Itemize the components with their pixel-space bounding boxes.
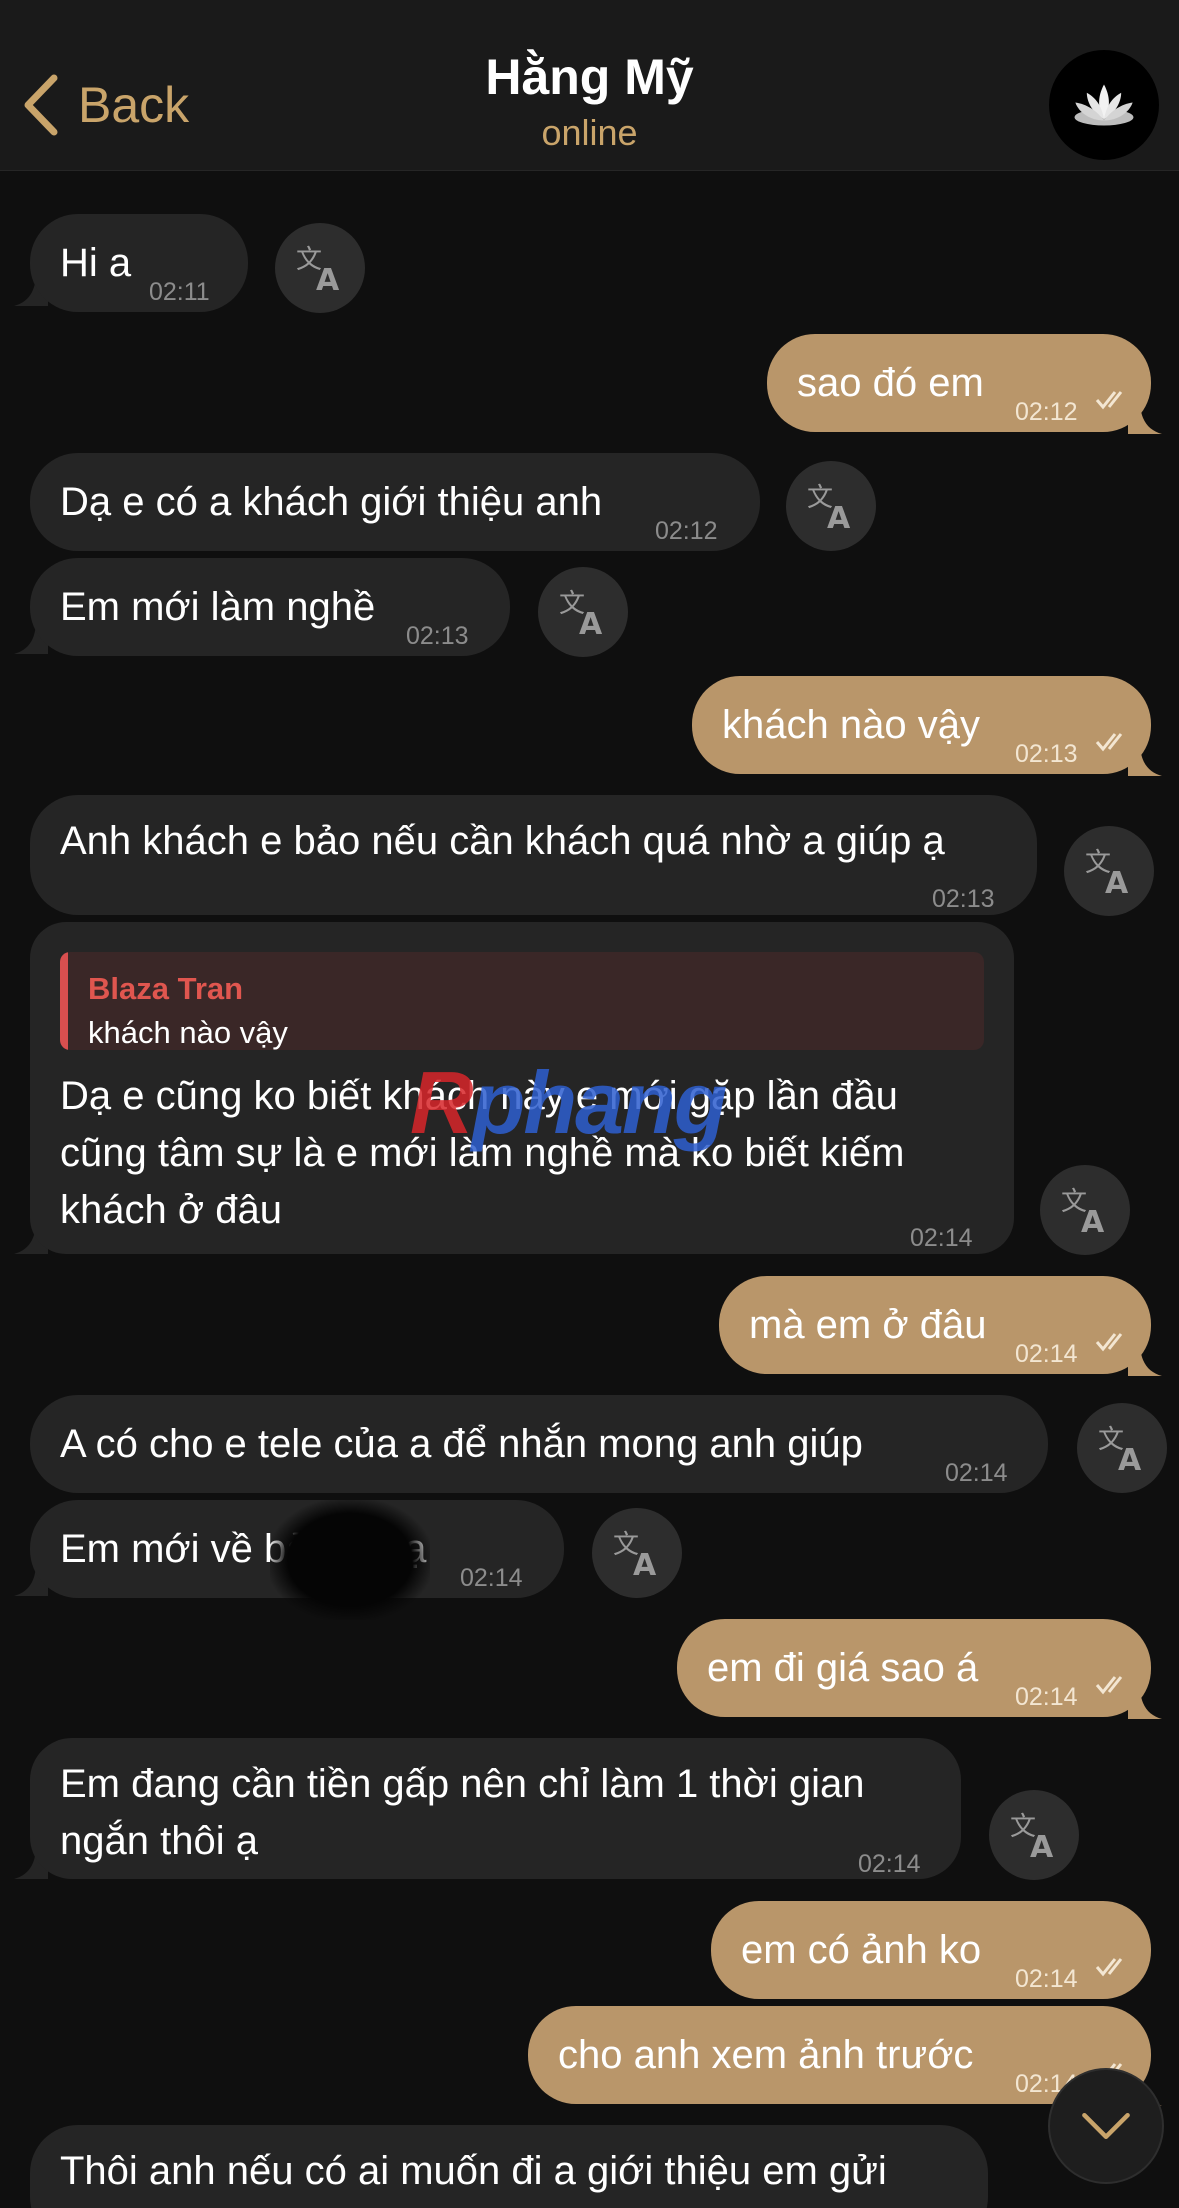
- svg-text:A: A: [827, 501, 851, 532]
- message-text: khách nào vậy: [722, 703, 980, 747]
- watermark-logo: Rphang: [410, 1053, 728, 1152]
- translate-button[interactable]: 文A: [275, 223, 365, 313]
- svg-text:A: A: [316, 263, 340, 294]
- message-time: 02:14: [1015, 1683, 1078, 1711]
- svg-text:A: A: [579, 607, 603, 638]
- message-time: 02:14: [460, 1564, 523, 1592]
- message-time: 02:12: [655, 517, 718, 545]
- quote-bar: [60, 952, 68, 1050]
- chat-header: Back Hằng Mỹ online: [0, 0, 1179, 171]
- message-text: Anh khách e bảo nếu cần khách quá nhờ a …: [60, 819, 945, 863]
- translate-icon: 文A: [1010, 1812, 1054, 1861]
- message-text: mà em ở đâu: [749, 1303, 987, 1347]
- message-text-line: khách ở đâu: [60, 1188, 282, 1232]
- translate-icon: 文A: [1061, 1187, 1105, 1236]
- message-time: 02:13: [406, 622, 469, 650]
- message-time: 02:13: [932, 885, 995, 913]
- chevron-down-icon: [1082, 2112, 1130, 2140]
- message-text: em có ảnh ko: [741, 1928, 982, 1972]
- message-text-line: ngắn thôi ạ: [60, 1819, 258, 1863]
- message-text: Hi a: [60, 241, 132, 285]
- translate-icon: 文A: [1085, 848, 1129, 897]
- translate-button[interactable]: 文A: [1077, 1403, 1167, 1493]
- translate-button[interactable]: 文A: [1064, 826, 1154, 916]
- svg-text:A: A: [1030, 1830, 1054, 1861]
- message-text: Em mới làm nghề: [60, 585, 376, 629]
- message-text: A có cho e tele của a để nhắn mong anh g…: [60, 1422, 863, 1466]
- chat-title[interactable]: Hằng Mỹ online: [0, 48, 1179, 154]
- message-time: 02:13: [1015, 740, 1078, 768]
- chat-screen: Back Hằng Mỹ online Hi a 02:11 文A sao đó…: [0, 0, 1179, 2208]
- message-time: 02:14: [1015, 1340, 1078, 1368]
- translate-button[interactable]: 文A: [592, 1508, 682, 1598]
- avatar[interactable]: [1049, 50, 1159, 160]
- contact-name: Hằng Mỹ: [485, 49, 694, 105]
- contact-status: online: [541, 112, 638, 153]
- translate-button[interactable]: 文A: [989, 1790, 1079, 1880]
- message-time: 02:14: [858, 1850, 921, 1878]
- translate-icon: 文A: [296, 245, 340, 294]
- lotus-avatar-icon: [1074, 84, 1134, 126]
- double-check-icon: [1095, 733, 1123, 752]
- message-text: Thôi anh nếu có ai muốn đi a giới thiệu …: [60, 2149, 887, 2193]
- redaction-blur: [270, 1500, 430, 1620]
- svg-text:A: A: [1081, 1205, 1105, 1236]
- double-check-icon: [1095, 1333, 1123, 1352]
- message-text: em đi giá sao á: [707, 1646, 979, 1690]
- translate-icon: 文A: [613, 1530, 657, 1579]
- message-text-line: Em đang cần tiền gấp nên chỉ làm 1 thời …: [60, 1762, 865, 1806]
- message-time: 02:14: [910, 1224, 973, 1252]
- reply-quote[interactable]: Blaza Tran khách nào vậy: [60, 952, 984, 1050]
- double-check-icon: [1095, 391, 1123, 410]
- message-text: cho anh xem ảnh trước: [558, 2033, 974, 2077]
- svg-text:A: A: [633, 1548, 657, 1579]
- svg-text:A: A: [1105, 866, 1129, 897]
- translate-icon: 文A: [807, 483, 851, 532]
- translate-button[interactable]: 文A: [786, 461, 876, 551]
- message-text: sao đó em: [797, 361, 984, 405]
- svg-text:A: A: [1118, 1443, 1142, 1474]
- message-text: Dạ e có a khách giới thiệu anh: [60, 480, 603, 524]
- translate-icon: 文A: [559, 589, 603, 638]
- double-check-icon: [1095, 1676, 1123, 1695]
- translate-icon: 文A: [1098, 1425, 1142, 1474]
- message-time: 02:11: [149, 278, 210, 306]
- message-time: 02:14: [945, 1459, 1008, 1487]
- translate-button[interactable]: 文A: [538, 567, 628, 657]
- translate-button[interactable]: 文A: [1040, 1165, 1130, 1255]
- double-check-icon: [1095, 1958, 1123, 1977]
- scroll-to-bottom-button[interactable]: [1048, 2068, 1164, 2184]
- message-time: 02:12: [1015, 398, 1078, 426]
- message-time: 02:14: [1015, 1965, 1078, 1993]
- quote-text: khách nào vậy: [88, 1015, 288, 1050]
